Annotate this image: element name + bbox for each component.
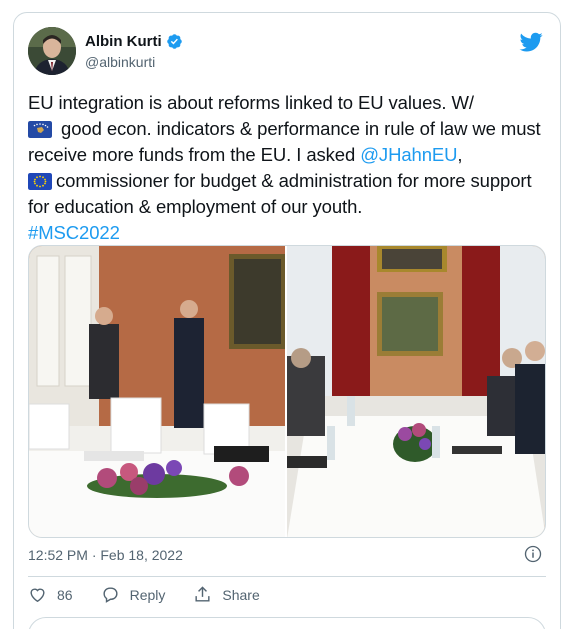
info-icon[interactable] (524, 545, 542, 563)
avatar[interactable] (28, 27, 76, 75)
tweet-timestamp[interactable]: 12:52 PM · Feb 18, 2022 (28, 547, 183, 563)
like-count: 86 (57, 586, 73, 603)
share-arrow-icon (195, 586, 210, 602)
read-replies-button[interactable]: Read 2 replies (28, 617, 546, 629)
verified-badge-icon (166, 34, 182, 49)
heart-icon (30, 588, 45, 603)
share-label: Share (222, 586, 260, 603)
eu-flag-icon (28, 173, 52, 190)
tweet-text-part: good econ. indicators & performance in r… (28, 118, 541, 165)
share-button[interactable]: Share (193, 585, 260, 604)
speech-bubble-icon (103, 587, 118, 603)
tweet-text-part: EU integration is about reforms linked t… (28, 92, 474, 113)
like-button[interactable]: 86 (28, 585, 73, 604)
twitter-bird-icon[interactable] (519, 30, 543, 54)
photo-meeting-standing[interactable] (29, 246, 285, 537)
mention-link[interactable]: @JHahnEU (360, 144, 457, 165)
tweet-text: EU integration is about reforms linked t… (28, 90, 553, 246)
tweet-text-part: commissioner for budget & administration… (28, 170, 532, 217)
reply-button[interactable]: Reply (101, 585, 166, 604)
divider (28, 576, 546, 577)
reply-label: Reply (129, 586, 166, 603)
author-display-name[interactable]: Albin Kurti (85, 33, 162, 50)
hashtag-link[interactable]: #MSC2022 (28, 222, 120, 243)
tweet-card: Albin Kurti @albinkurti EU integration i… (13, 12, 561, 629)
kosovo-flag-icon (28, 121, 52, 138)
author-handle[interactable]: @albinkurti (85, 54, 155, 70)
photo-meeting-table[interactable] (287, 246, 545, 537)
tweet-text-part: , (457, 144, 463, 165)
tweet-media[interactable] (28, 245, 546, 538)
